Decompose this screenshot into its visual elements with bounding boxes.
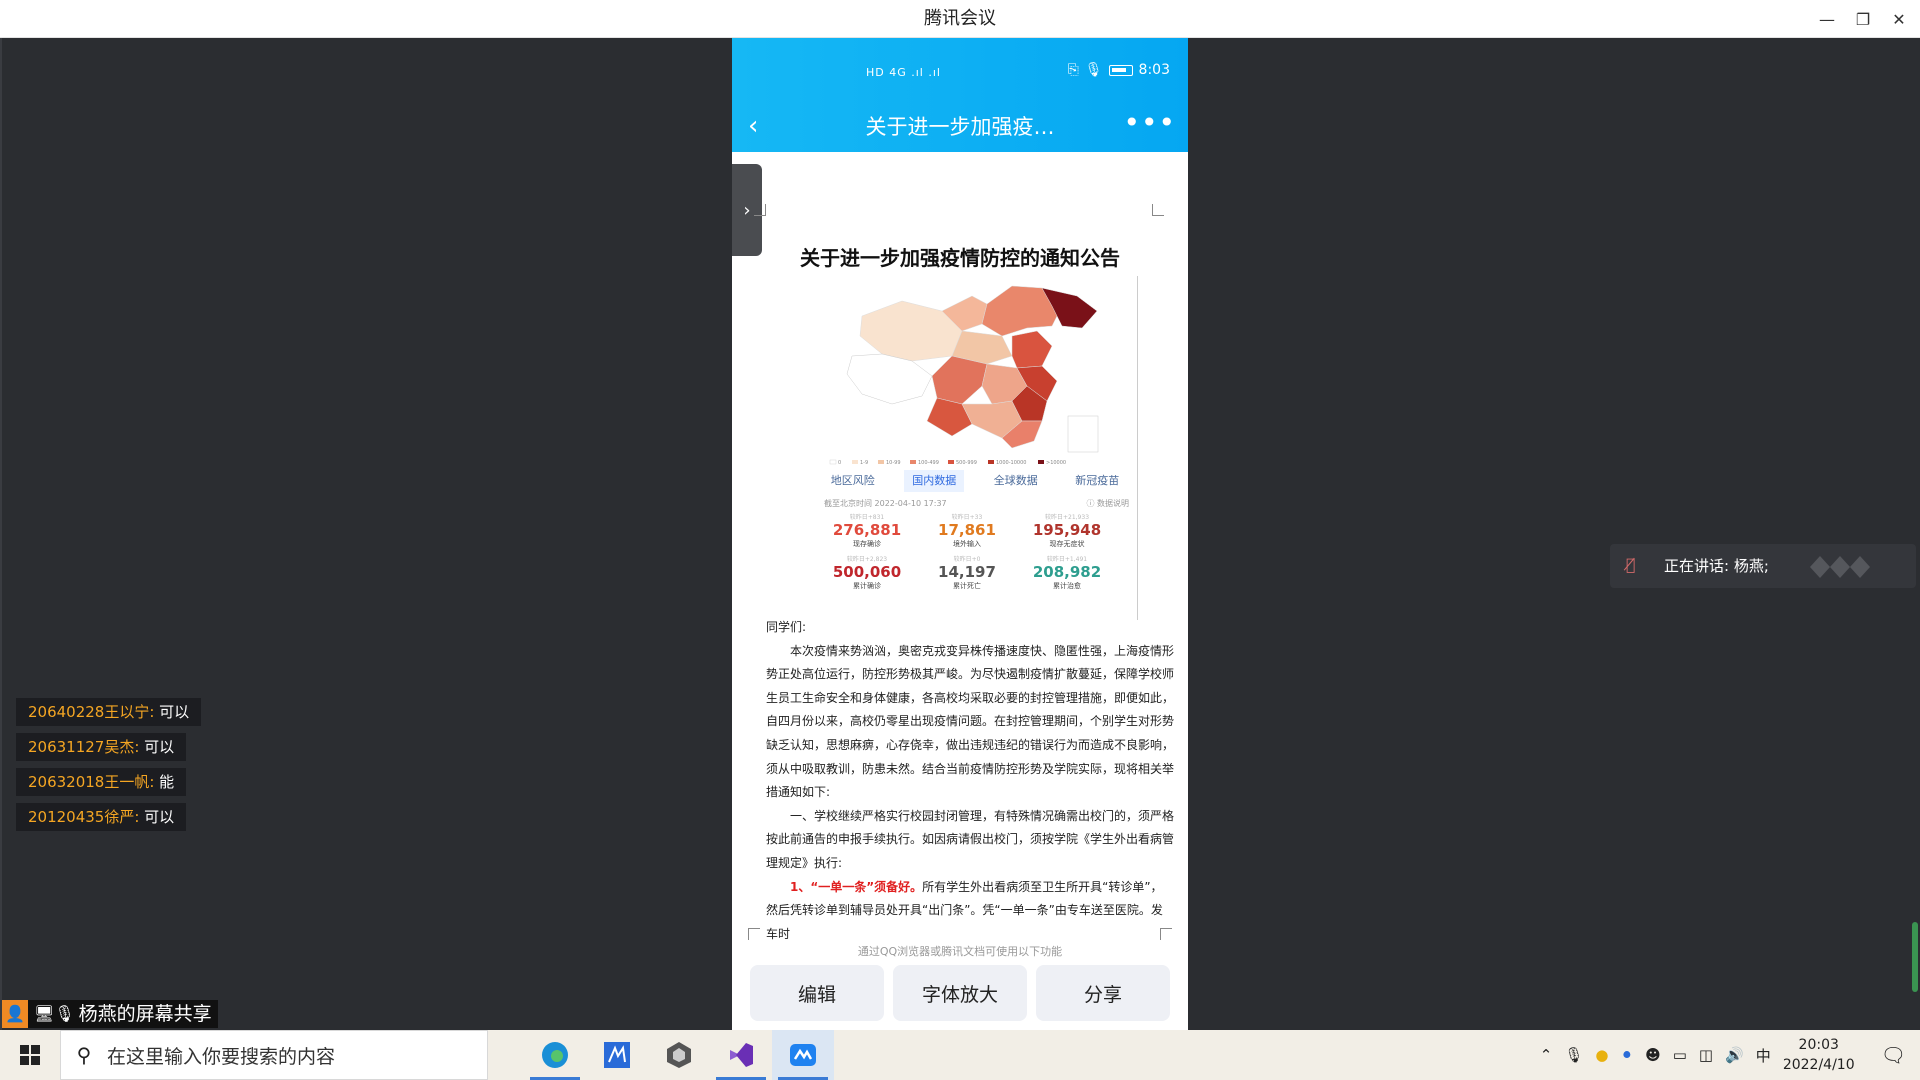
chat-message: 20631127吴杰: 可以 (16, 733, 187, 761)
app-tray-icon[interactable]: ● (1595, 1046, 1608, 1064)
voice-wave-icon (1810, 556, 1870, 578)
phone-clock: 8:03 (1138, 62, 1170, 78)
window-title: 腾讯会议 (924, 8, 996, 29)
highlight-text: 1、“一单一条”须备好。 (790, 879, 923, 894)
paragraph: 本次疫情来势汹汹，奥密克戎变异株传播速度快、隐匿性强，上海疫情形势正处高位运行，… (766, 643, 1175, 800)
system-tray: ⌃ 🎙 ● ⚫ ☻ ▭ ◫ 🔊 中 20:03 2022/4/10 🗨 (1540, 1030, 1920, 1080)
svg-text:500-999: 500-999 (956, 460, 977, 466)
speaking-label: 正在讲话: 杨燕; (1664, 557, 1769, 575)
clock-time: 20:03 (1798, 1037, 1839, 1053)
chat-message: 20120435徐严: 可以 (16, 803, 187, 831)
crop-corner (754, 204, 766, 216)
shared-phone-screen: HD 4G .ıl .ıl ⎘ 🎙 8:03 ‹ 关于进一步加强疫… ••• ›… (732, 38, 1188, 1030)
document-title: 关于进一步加强疫情防控的通知公告 (800, 246, 1120, 270)
map-legend: 0 1-9 10-99 100-499 500-999 1000-10000 >… (829, 459, 1066, 466)
data-note: ⓘ 数据说明 (1086, 499, 1129, 508)
svg-text:1-9: 1-9 (860, 460, 868, 466)
stat-item: 较昨日+1,491 208,982 累计治愈 (1032, 556, 1102, 590)
svg-text:10-99: 10-99 (886, 460, 901, 466)
map-tab: 新冠疫苗 (1075, 474, 1120, 487)
function-hint: 通过QQ浏览器或腾讯文档可使用以下功能 (857, 945, 1063, 958)
crop-corner (748, 928, 760, 940)
cast-icon: ⎘ (1067, 62, 1079, 78)
chevron-right-icon: › (743, 199, 751, 221)
speaking-indicator: 🎙̸ 正在讲话: 杨燕; (1610, 544, 1916, 588)
qq-icon[interactable]: ☻ (1645, 1046, 1661, 1064)
clock-date: 2022/4/10 (1782, 1057, 1855, 1073)
battery-icon (1108, 64, 1133, 76)
search-icon: ⚲ (76, 1043, 92, 1067)
crop-corner (1152, 204, 1164, 216)
ide-app-icon[interactable] (586, 1030, 648, 1080)
mic-icon: 🎙 (1084, 62, 1103, 78)
chevron-up-icon[interactable]: ⌃ (1540, 1046, 1553, 1064)
notification-icon[interactable]: 🗨 (1881, 1043, 1906, 1067)
windows-start-icon[interactable] (0, 1030, 60, 1080)
unity-app-icon[interactable] (648, 1030, 710, 1080)
share-button[interactable]: 分享 (1036, 965, 1170, 1021)
volume-level-bar (1912, 922, 1918, 992)
visual-studio-icon[interactable] (710, 1030, 772, 1080)
search-placeholder: 在这里输入你要搜索的内容 (107, 1045, 336, 1068)
user-icon: 👤 (2, 1000, 28, 1028)
phone-status-bar: HD 4G .ıl .ıl ⎘ 🎙 8:03 (732, 38, 1188, 102)
phone-page-title: 关于进一步加强疫… (865, 115, 1055, 139)
microphone-icon[interactable]: 🎙 (1564, 1046, 1583, 1064)
volume-icon[interactable]: 🔊 (1725, 1046, 1744, 1064)
minimize-button[interactable]: — (1808, 0, 1846, 38)
edge-browser-icon[interactable] (524, 1030, 586, 1080)
china-map-graphic: 0 1-9 10-99 100-499 500-999 1000-10000 >… (829, 285, 1099, 466)
stat-item: 较昨日+0 14,197 累计死亡 (938, 556, 996, 590)
paragraph: 一、学校继续严格实行校园封闭管理，有特殊情况确需出校门的，须严格按此前通告的申报… (766, 808, 1175, 870)
restore-button[interactable]: ❐ (1844, 0, 1882, 38)
battery-tray-icon[interactable]: ▭ (1673, 1046, 1687, 1064)
taskbar-clock[interactable]: 20:03 2022/4/10 (1783, 1035, 1855, 1075)
taskbar-search-box[interactable]: ⚲ 在这里输入你要搜索的内容 (60, 1030, 488, 1080)
enlarge-font-button[interactable]: 字体放大 (893, 965, 1027, 1021)
stat-item: 较昨日+831 276,881 现存确诊 (832, 514, 902, 548)
map-tabs: 地区风险 国内数据 全球数据 新冠疫苗 (812, 470, 1138, 492)
signal-indicator: HD 4G .ıl .ıl (866, 66, 941, 79)
svg-text:100-499: 100-499 (918, 460, 939, 466)
map-tab: 全球数据 (993, 474, 1038, 487)
edit-button[interactable]: 编辑 (750, 965, 884, 1021)
svg-text:>10000: >10000 (1046, 460, 1066, 466)
epidemic-map-image: 0 1-9 10-99 100-499 500-999 1000-10000 >… (812, 276, 1138, 620)
crop-corner (1160, 928, 1172, 940)
network-icon[interactable]: ◫ (1699, 1046, 1713, 1064)
stat-item: 较昨日+2,823 500,060 累计确诊 (832, 556, 902, 590)
map-tab: 地区风险 (830, 474, 875, 487)
ime-indicator[interactable]: 中 (1756, 1045, 1771, 1066)
taskbar: ⚲ 在这里输入你要搜索的内容 ⌃ 🎙 ● ⚫ ☻ ▭ ◫ 🔊 中 20:03 2… (0, 1030, 1920, 1080)
share-mic-icon: 🖥🎙 (34, 1004, 75, 1023)
title-bar: 腾讯会议 — ❐ ✕ (0, 0, 1920, 38)
greeting: 同学们: (766, 620, 807, 634)
muted-mic-icon: 🎙̸ (1626, 555, 1636, 574)
document-body: 同学们: 本次疫情来势汹汹，奥密克戎变异株传播速度快、隐匿性强，上海疫情形势正处… (766, 616, 1174, 946)
tencent-meeting-icon[interactable] (772, 1030, 834, 1080)
chat-message: 20640228王以宁: 可以 (16, 698, 202, 726)
security-icon[interactable]: ⚫ (1621, 1046, 1634, 1064)
screen-share-label: 👤 🖥🎙 杨燕的屏幕共享 (2, 1000, 218, 1028)
more-icon[interactable]: ••• (1123, 106, 1176, 139)
svg-text:1000-10000: 1000-10000 (996, 460, 1026, 466)
stat-item: 较昨日+33 17,861 境外输入 (938, 514, 996, 548)
paragraph: 1、“一单一条”须备好。所有学生外出看病须至卫生所开具“转诊单”，然后凭转诊单到… (766, 876, 1174, 947)
svg-text:0: 0 (838, 460, 841, 466)
data-timestamp: 截至北京时间 2022-04-10 17:37 (824, 499, 947, 508)
close-button[interactable]: ✕ (1880, 0, 1918, 38)
share-owner-text: 杨燕的屏幕共享 (78, 1003, 212, 1025)
stat-item: 较昨日+21,933 195,948 现存无症状 (1032, 514, 1102, 548)
chat-message: 20632018王一帆: 能 (16, 768, 187, 796)
phone-nav-bar: ‹ 关于进一步加强疫… ••• (732, 102, 1188, 152)
map-tab-active: 国内数据 (904, 470, 965, 492)
